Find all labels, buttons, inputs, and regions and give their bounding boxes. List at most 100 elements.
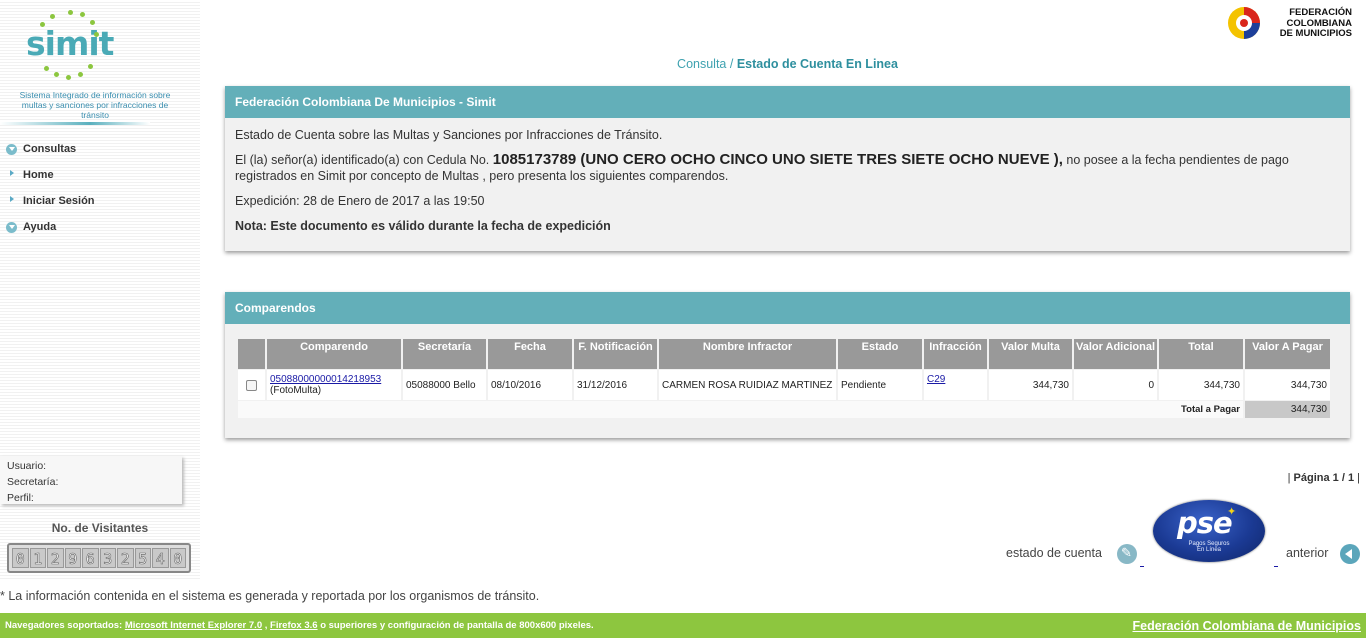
pse-payment-button[interactable]: ✦ pse Pagos Seguros En Línea [1153, 500, 1265, 562]
tagline: Sistema Integrado de información sobre m… [19, 90, 171, 120]
total-label: Total a Pagar [238, 401, 1243, 418]
column-header: Estado [838, 339, 922, 369]
anterior-link[interactable]: anterior [1286, 546, 1328, 560]
org-line: FEDERACIÓN [1289, 7, 1352, 18]
counter-digit: 9 [64, 548, 81, 568]
comparendo-type: (FotoMulta) [270, 385, 322, 396]
edit-document-icon[interactable] [1117, 544, 1137, 564]
visitors-title: No. de Visitantes [51, 521, 149, 535]
simit-logo[interactable]: simit [22, 8, 122, 84]
visitor-counter: 0 1 2 9 6 3 2 5 4 0 [7, 543, 191, 573]
id-number: 1085173789 (UNO CERO OCHO CINCO UNO SIET… [492, 151, 1063, 168]
intro-text: Estado de Cuenta sobre las Multas y Sanc… [235, 128, 663, 142]
panel-title: Comparendos [225, 292, 1350, 324]
circle-arrow-down-icon [6, 221, 17, 233]
nav-label: Consultas [23, 143, 77, 155]
footer-suffix: o superiores y configuración de pantalla… [317, 620, 594, 631]
row-select-cell [238, 370, 265, 400]
nav-label: Home [23, 169, 54, 181]
nav-label: Iniciar Sesión [23, 195, 95, 207]
table-header-row: Comparendo Secretaría Fecha F. Notificac… [238, 339, 1330, 369]
table-row: 05088000000014218953 (FotoMulta) 0508800… [238, 370, 1330, 400]
column-header: Fecha [488, 339, 572, 369]
id-prefix: El (la) señor(a) identificado(a) con Ced… [235, 153, 490, 167]
comparendo-link[interactable]: 05088000000014218953 [270, 374, 381, 385]
estado-cell: Pendiente [838, 370, 922, 400]
valor-adicional-cell: 0 [1074, 370, 1157, 400]
estado-cuenta-link[interactable]: estado de cuenta [1006, 546, 1102, 560]
column-header: Secretaría [403, 339, 486, 369]
comparendos-panel: Comparendos Comparendo Secretaría Fecha … [225, 292, 1350, 438]
pse-subtitle: Pagos Seguros En Línea [1153, 541, 1265, 553]
column-header: Valor Adicional [1074, 339, 1157, 369]
counter-digit: 2 [47, 548, 64, 568]
nav-label: Ayuda [23, 221, 57, 233]
nav-item-consultas[interactable]: Consultas [6, 140, 76, 158]
column-header: Infracción [924, 339, 987, 369]
perfil-label: Perfil: [7, 492, 34, 504]
valor-a-pagar-cell: 344,730 [1245, 370, 1330, 400]
column-header: Total [1159, 339, 1243, 369]
total-value: 344,730 [1245, 401, 1330, 418]
column-header-select [238, 339, 265, 369]
comparendo-cell: 05088000000014218953 (FotoMulta) [267, 370, 401, 400]
counter-digit: 0 [12, 548, 29, 568]
counter-digit: 0 [169, 548, 186, 568]
logo-text: simit [26, 24, 114, 63]
column-header: Nombre Infractor [659, 339, 836, 369]
pse-logo-text: pse [1177, 506, 1233, 540]
pagination: | Página 1 / 1 | [1200, 472, 1360, 484]
notificacion-cell: 31/12/2016 [574, 370, 657, 400]
triangle-bullet-icon [6, 195, 17, 207]
pse-sub-line: En Línea [1196, 547, 1222, 553]
fcm-footer-link[interactable]: Federación Colombiana de Municipios [1132, 619, 1361, 633]
total-cell: 344,730 [1159, 370, 1243, 400]
footer-prefix: Navegadores soportados: [5, 620, 125, 631]
page-indicator: Página 1 / 1 [1293, 472, 1355, 484]
nav-item-iniciar-sesion[interactable]: Iniciar Sesión [6, 192, 95, 210]
fcm-logo-icon[interactable] [1226, 4, 1262, 42]
user-info-box: Usuario: Secretaría: Perfil: [0, 456, 182, 504]
estado-cuenta-panel: Federación Colombiana De Municipios - Si… [225, 86, 1350, 251]
secretaria-label: Secretaría: [7, 476, 59, 488]
row-checkbox[interactable] [246, 379, 257, 391]
breadcrumb-estado: Estado de Cuenta En Linea [736, 57, 898, 71]
link-underline [1274, 566, 1278, 567]
browser-support-text: Navegadores soportados: Microsoft Intern… [5, 620, 594, 631]
counter-digit: 4 [152, 548, 169, 568]
usuario-label: Usuario: [7, 460, 47, 472]
pager-suffix: | [1354, 472, 1360, 484]
firefox-link[interactable]: Firefox 3.6 [270, 620, 318, 631]
column-header: Comparendo [267, 339, 401, 369]
fcm-org-name: FEDERACIÓN COLOMBIANA DE MUNICIPIOS [1266, 7, 1352, 40]
total-row: Total a Pagar 344,730 [238, 401, 1330, 418]
disclaimer-text: * La información contenida en el sistema… [0, 589, 540, 603]
expedition-text: Expedición: 28 de Enero de 2017 a las 19… [235, 194, 485, 208]
breadcrumb-consulta: Consulta / [677, 57, 734, 71]
circle-arrow-down-icon [6, 143, 17, 155]
counter-digit: 2 [117, 548, 134, 568]
tagline-divider [0, 122, 150, 125]
sidebar: simit Sistema Integrado de información s… [0, 0, 200, 580]
triangle-bullet-icon [6, 169, 17, 181]
counter-digit: 5 [134, 548, 151, 568]
column-header: F. Notificación [574, 339, 657, 369]
counter-digit: 6 [82, 548, 99, 568]
comparendos-table: Comparendo Secretaría Fecha F. Notificac… [236, 338, 1332, 419]
infraccion-link[interactable]: C29 [927, 374, 945, 385]
panel-title: Federación Colombiana De Municipios - Si… [225, 86, 1350, 118]
column-header: Valor Multa [989, 339, 1072, 369]
counter-digit: 3 [99, 548, 116, 568]
nav-item-ayuda[interactable]: Ayuda [6, 218, 56, 236]
back-arrow-icon[interactable] [1340, 544, 1360, 564]
footer: Navegadores soportados: Microsoft Intern… [0, 613, 1366, 638]
nombre-cell: CARMEN ROSA RUIDIAZ MARTINEZ [659, 370, 836, 400]
column-header: Valor A Pagar [1245, 339, 1330, 369]
nav-item-home[interactable]: Home [6, 166, 54, 184]
valor-multa-cell: 344,730 [989, 370, 1072, 400]
counter-digit: 1 [29, 548, 46, 568]
identification-text: El (la) señor(a) identificado(a) con Ced… [235, 152, 1340, 184]
infraccion-cell: C29 [924, 370, 987, 400]
org-line: DE MUNICIPIOS [1279, 28, 1352, 39]
ie-link[interactable]: Microsoft Internet Explorer 7.0 [125, 620, 262, 631]
